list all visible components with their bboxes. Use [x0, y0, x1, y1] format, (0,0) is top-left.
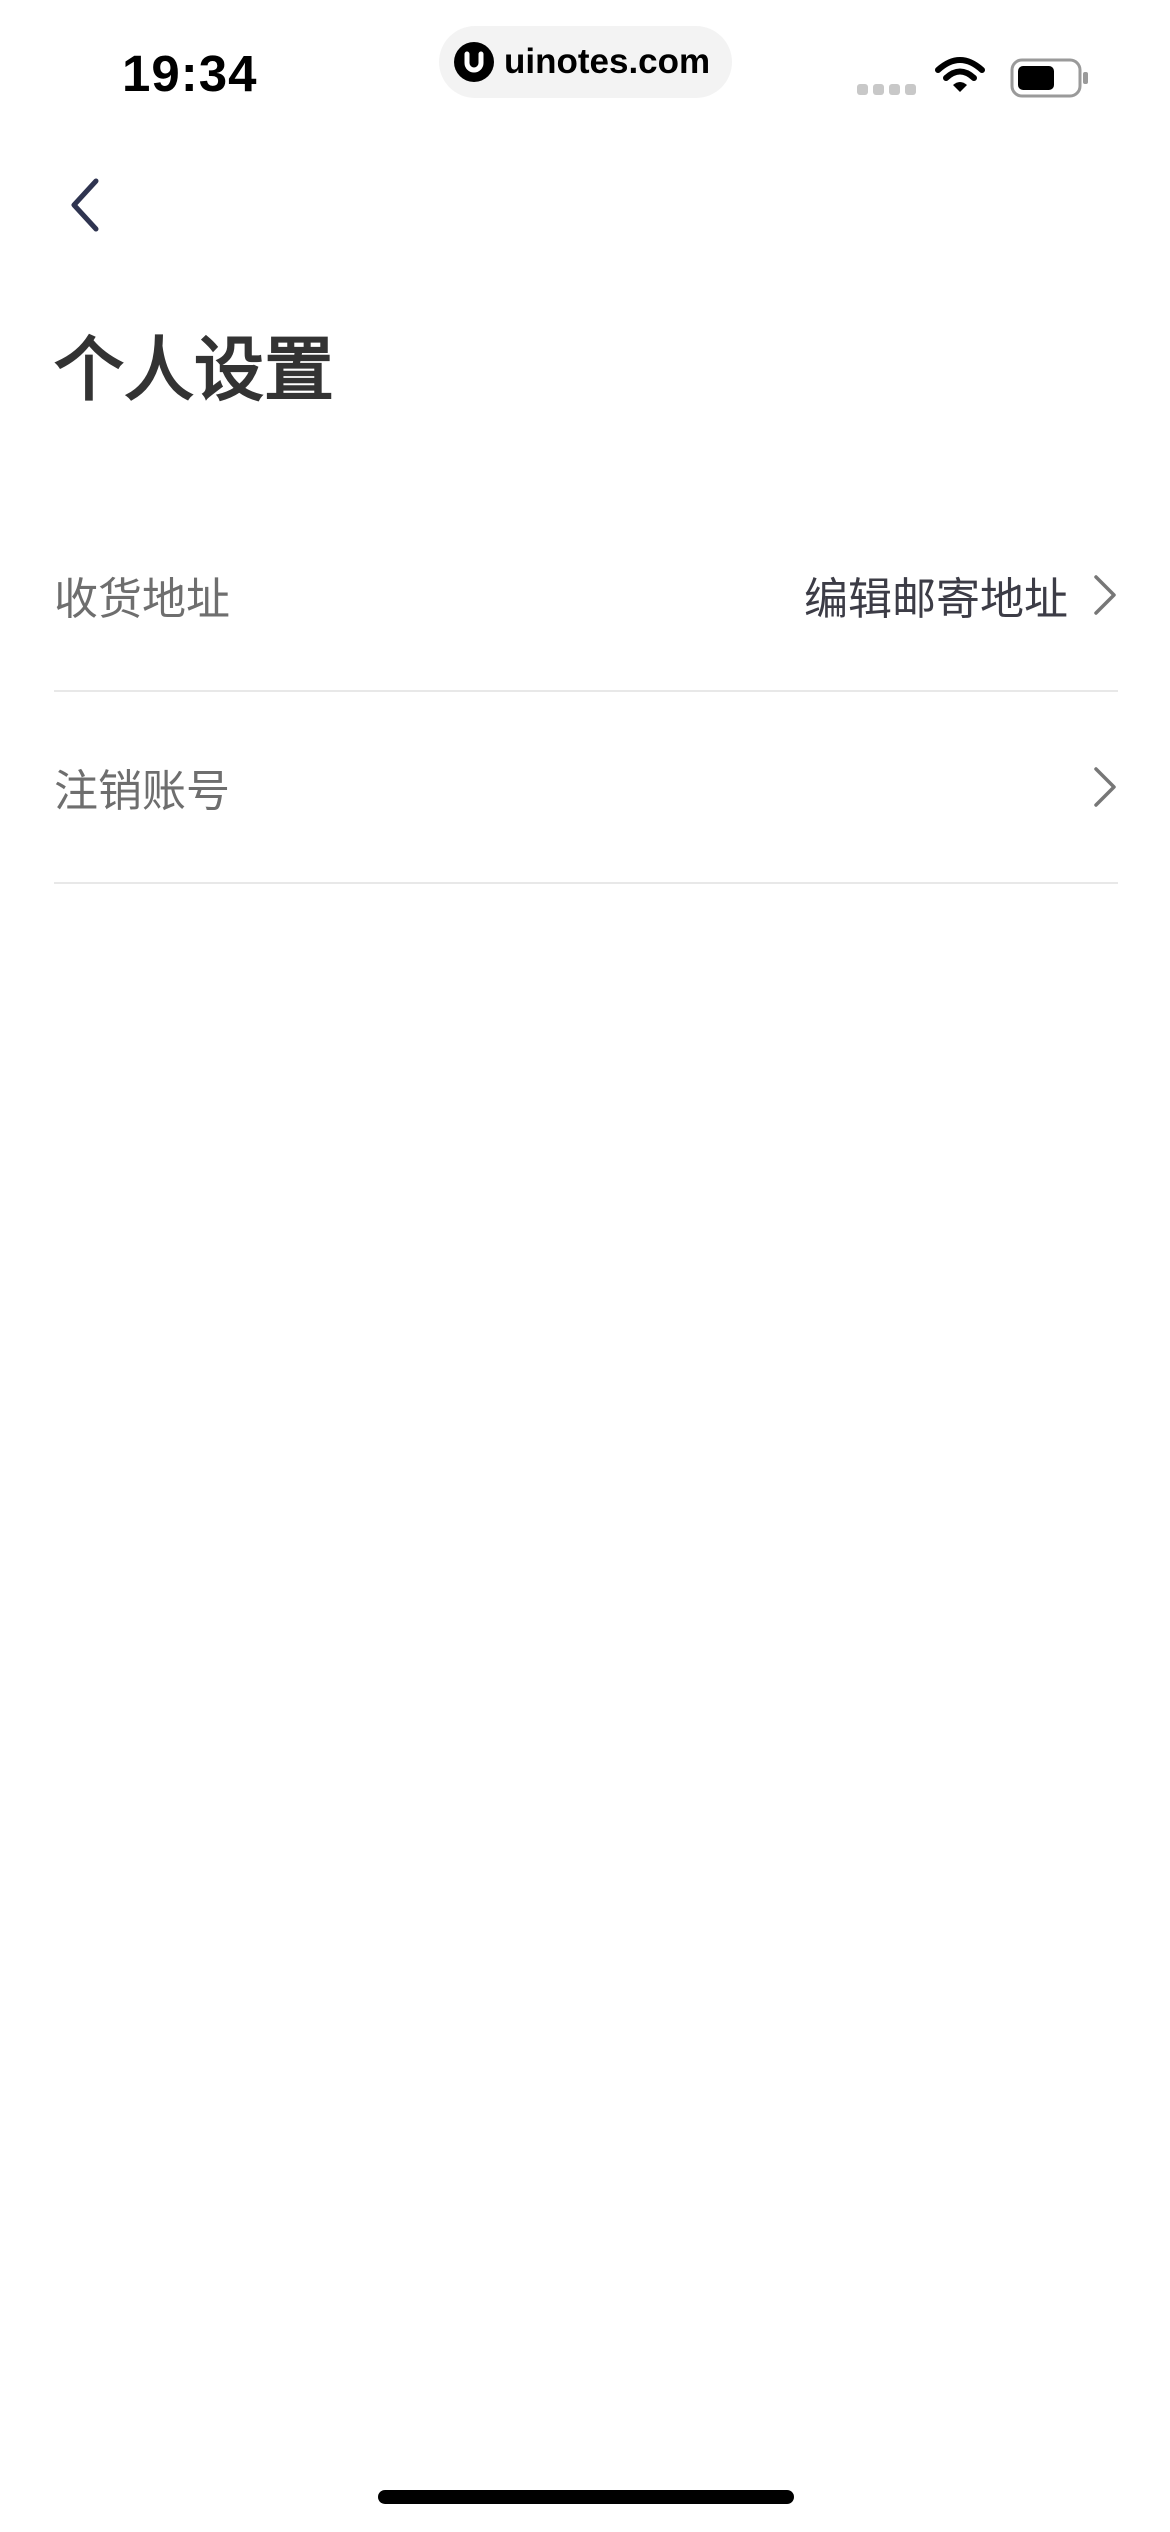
status-time: 19:34 [122, 45, 258, 102]
battery-icon [1010, 58, 1088, 98]
settings-list: 收货地址 编辑邮寄地址 注销账号 [54, 500, 1118, 884]
setting-row-shipping-address[interactable]: 收货地址 编辑邮寄地址 [54, 500, 1118, 692]
home-indicator[interactable] [378, 2490, 794, 2504]
chevron-left-icon [71, 178, 99, 232]
status-bar: 19:34 uinotes.com [0, 0, 1170, 140]
chevron-right-icon [1094, 767, 1116, 807]
url-text: uinotes.com [504, 42, 711, 81]
cellular-signal-icon [857, 84, 916, 95]
wifi-icon [935, 57, 985, 92]
page-title: 个人设置 [54, 329, 334, 411]
setting-row-delete-account[interactable]: 注销账号 [54, 692, 1118, 884]
back-button[interactable] [50, 170, 120, 240]
chevron-right-icon [1094, 575, 1116, 615]
site-logo-icon [454, 42, 494, 82]
setting-value: 编辑邮寄地址 [804, 574, 1068, 625]
url-bar[interactable]: uinotes.com [439, 26, 732, 98]
setting-label: 注销账号 [54, 766, 230, 817]
setting-label: 收货地址 [54, 574, 230, 625]
